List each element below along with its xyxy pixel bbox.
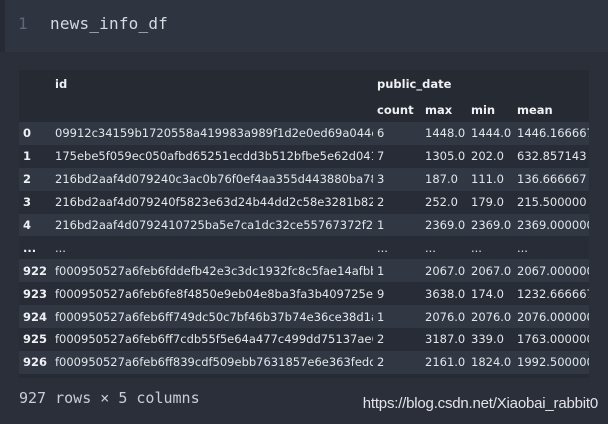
cell-id: 216bd2aaf4d079240f5823e63d24b44dd2c58e32… — [55, 195, 373, 210]
cell-id: f000950527a6feb6fe8f4850e9eb04e8ba3fa3b4… — [55, 286, 373, 301]
cell-id: 09912c34159b1720558a419983a989f1d2e0ed69… — [55, 126, 373, 141]
cell-count: 1 — [377, 218, 385, 232]
cell-gutter — [0, 0, 5, 52]
table-row: 925 f000950527a6feb6ff7cdb55f5e64a477c499… — [19, 328, 590, 351]
cell-mean: 1446.166667 — [517, 126, 590, 141]
cell-count: 9 — [377, 286, 385, 301]
cell-max: 2076.0 — [425, 309, 466, 324]
cell-id: ... — [55, 240, 66, 255]
cell-max: 187.0 — [425, 172, 458, 187]
row-index: 922 — [23, 263, 48, 278]
subheader-id — [51, 98, 373, 122]
row-index: 2 — [23, 172, 32, 187]
cell-max: 252.0 — [425, 195, 458, 210]
cell-count: 1 — [377, 309, 385, 324]
cell-count: 2 — [377, 355, 385, 370]
table-row: 924 f000950527a6feb6ff749dc50c7bf46b37b74… — [19, 305, 590, 329]
cell-mean: 1992.500000 — [517, 355, 590, 370]
cell-mean: 2076.000000 — [517, 309, 590, 324]
cell-count: 6 — [377, 126, 385, 141]
cell-id: f000950527a6feb6fddefb42e3c3dc1932fc8c5f… — [55, 263, 373, 278]
cell-id: 175ebe5f059ec050afbd65251ecdd3b512bfbe5e… — [55, 149, 373, 164]
subheader-count: count — [377, 103, 414, 117]
index-header-top — [19, 70, 51, 98]
cell-mean: 2369.000000 — [517, 218, 590, 232]
cell-min: 174.0 — [471, 286, 504, 301]
header-row-top: id public_date — [19, 70, 589, 98]
cell-count: 3 — [377, 172, 385, 187]
row-index: 3 — [23, 195, 32, 210]
cell-id: 216bd2aaf4d079240c3ac0b76f0ef4aa355d4438… — [55, 172, 373, 187]
cell-output: id public_date count max min mean 0 09912… — [19, 70, 590, 378]
cell-mean: 1232.666667 — [517, 286, 590, 301]
cell-mean: 215.500000 — [517, 195, 587, 210]
row-index: 4 — [23, 218, 32, 232]
row-index: 925 — [23, 332, 48, 347]
cell-count: 2 — [377, 195, 385, 210]
row-index: ... — [23, 240, 37, 255]
cell-max: 1305.0 — [425, 149, 466, 164]
row-index: 1 — [23, 149, 32, 164]
notebook-page: 1 news_info_df id public_date count max … — [0, 0, 608, 424]
watermark-text: https://blog.csdn.net/Xiaobai_rabbit0 — [362, 395, 598, 412]
table-row: 926 f000950527a6feb6ff839cdf509ebb7631857… — [19, 350, 590, 374]
index-header-sub — [19, 98, 51, 122]
cell-max: ... — [425, 240, 436, 255]
code-editor-text[interactable]: news_info_df — [50, 14, 168, 33]
line-number: 1 — [18, 14, 28, 33]
row-index: 923 — [23, 286, 48, 301]
cell-max: 3187.0 — [425, 332, 466, 347]
cell-min: 339.0 — [471, 332, 504, 347]
cell-min: 111.0 — [471, 172, 504, 187]
code-cell[interactable]: 1 news_info_df — [0, 0, 608, 52]
table-row: 3 216bd2aaf4d079240f5823e63d24b44dd2c58e3… — [19, 190, 590, 214]
subheader-max: max — [425, 103, 453, 117]
cell-max: 2161.0 — [425, 355, 466, 370]
cell-min: 202.0 — [471, 149, 504, 164]
cell-min: 2067.0 — [471, 263, 512, 278]
cell-max: 1448.0 — [425, 126, 466, 141]
dataframe-table: id public_date count max min mean 0 09912… — [19, 70, 590, 374]
cell-mean: 1763.000000 — [517, 332, 590, 347]
row-index: 0 — [23, 126, 32, 141]
cell-max: 2067.0 — [425, 263, 466, 278]
cell-mean: 2067.000000 — [517, 263, 590, 278]
cell-min: 1444.0 — [471, 126, 512, 141]
cell-id: 216bd2aaf4d0792410725ba5e7ca1dc32ce55767… — [55, 218, 373, 232]
cell-count: 7 — [377, 149, 385, 164]
table-row: 1 175ebe5f059ec050afbd65251ecdd3b512bfbe5… — [19, 144, 590, 168]
subheader-mean: mean — [517, 103, 553, 117]
cell-mean: ... — [517, 240, 528, 255]
row-index: 926 — [23, 355, 48, 370]
column-header-id: id — [55, 77, 68, 91]
dataframe-shape: 927 rows × 5 columns — [19, 389, 200, 407]
cell-min: 1824.0 — [471, 355, 512, 370]
table-row: 0 09912c34159b1720558a419983a989f1d2e0ed6… — [19, 122, 590, 145]
cell-id: f000950527a6feb6ff749dc50c7bf46b37b74e36… — [55, 309, 373, 324]
header-row-sub: count max min mean — [19, 98, 589, 122]
cell-min: 179.0 — [471, 195, 504, 210]
cell-count: 1 — [377, 263, 385, 278]
cell-count: ... — [377, 240, 388, 255]
cell-min: 2076.0 — [471, 309, 512, 324]
cell-min: 2369.0 — [471, 218, 512, 232]
cell-mean: 632.857143 — [517, 149, 587, 164]
cell-mean: 136.666667 — [517, 172, 587, 187]
cell-max: 2369.0 — [425, 218, 466, 232]
dataframe-body: 0 09912c34159b1720558a419983a989f1d2e0ed6… — [19, 122, 590, 374]
table-row: 922 f000950527a6feb6fddefb42e3c3dc1932fc8… — [19, 259, 590, 283]
subheader-min: min — [471, 103, 496, 117]
cell-id: f000950527a6feb6ff839cdf509ebb7631857e6e… — [55, 355, 373, 370]
cell-min: ... — [471, 240, 482, 255]
table-row: 2 216bd2aaf4d079240c3ac0b76f0ef4aa355d443… — [19, 167, 590, 191]
cell-id: f000950527a6feb6ff7cdb55f5e64a477c499dd7… — [55, 332, 373, 347]
row-index: 924 — [23, 309, 48, 324]
table-row: .................. — [19, 236, 590, 260]
table-row: 4 216bd2aaf4d0792410725ba5e7ca1dc32ce5576… — [19, 213, 590, 237]
cell-max: 3638.0 — [425, 286, 466, 301]
table-row: 923 f000950527a6feb6fe8f4850e9eb04e8ba3fa… — [19, 282, 590, 306]
column-header-public-date: public_date — [377, 77, 452, 91]
cell-count: 2 — [377, 332, 385, 347]
